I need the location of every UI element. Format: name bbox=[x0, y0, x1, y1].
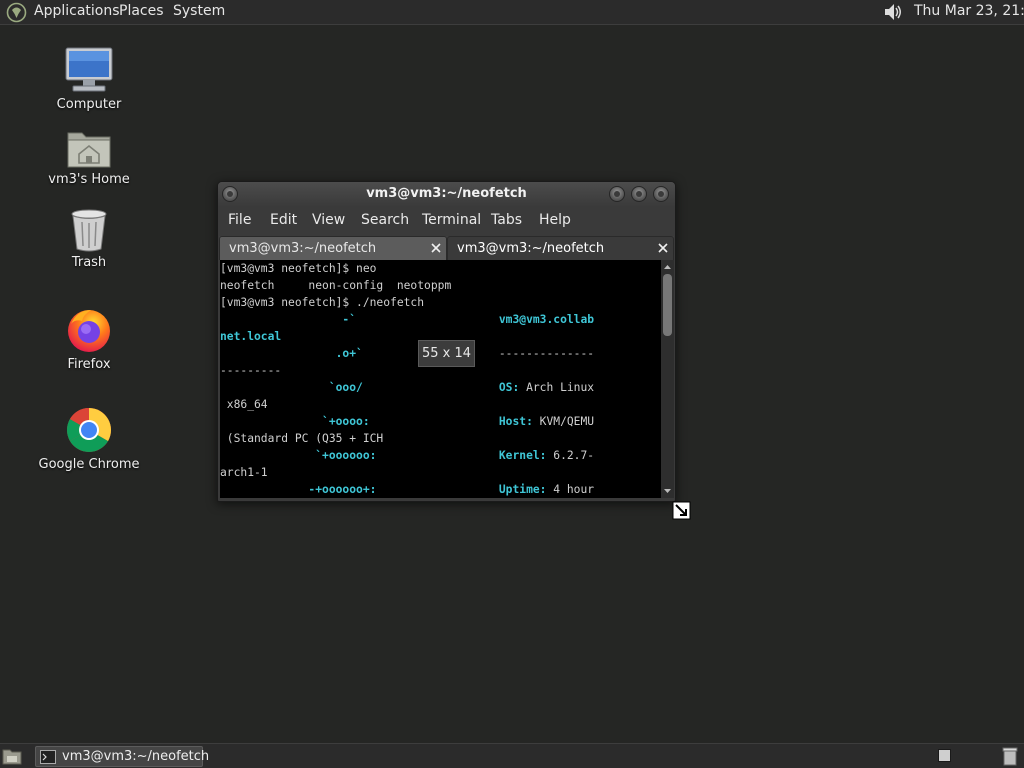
firefox-icon bbox=[68, 310, 110, 352]
gnome-foot-icon[interactable] bbox=[6, 2, 27, 23]
desktop-icon-label: Firefox bbox=[67, 357, 111, 372]
desktop-icon-label: Computer bbox=[56, 97, 122, 112]
desktop-icon-label: Trash bbox=[71, 255, 107, 270]
terminal-line: [vm3@vm3 neofetch]$ ./neofetch bbox=[220, 296, 425, 309]
panel-clock[interactable]: Thu Mar 23, 21:45 bbox=[914, 3, 1024, 19]
desktop-icon-label: vm3's Home bbox=[48, 172, 130, 187]
close-icon[interactable] bbox=[429, 241, 443, 255]
tab-label: vm3@vm3:~/neofetch bbox=[229, 241, 377, 256]
tab-bar: vm3@vm3:~/neofetch vm3@vm3:~/neofetch bbox=[219, 236, 674, 260]
terminal-line: neofetch neon-config neotoppm bbox=[220, 279, 452, 292]
tab-label: vm3@vm3:~/neofetch bbox=[457, 241, 605, 256]
scrollbar-thumb[interactable] bbox=[663, 274, 672, 336]
bottom-panel: vm3@vm3:~/neofetch bbox=[0, 743, 1024, 768]
scroll-up-icon[interactable] bbox=[661, 261, 674, 273]
tab-2[interactable]: vm3@vm3:~/neofetch bbox=[447, 236, 674, 260]
desktop-icon-computer[interactable]: Computer bbox=[29, 46, 149, 112]
resize-cursor-icon bbox=[672, 501, 691, 520]
workspace-switcher[interactable] bbox=[938, 749, 951, 762]
computer-icon bbox=[65, 47, 113, 92]
close-button[interactable] bbox=[653, 186, 669, 202]
volume-icon[interactable] bbox=[882, 1, 904, 23]
maximize-button[interactable] bbox=[631, 186, 647, 202]
terminal-scrollbar[interactable] bbox=[661, 260, 674, 498]
window-titlebar[interactable]: vm3@vm3:~/neofetch bbox=[218, 182, 675, 207]
menu-system[interactable]: System bbox=[173, 3, 225, 19]
menu-terminal[interactable]: Terminal bbox=[422, 212, 481, 228]
trash-icon bbox=[71, 209, 107, 252]
desktop-icon-trash[interactable]: Trash bbox=[29, 208, 149, 270]
show-desktop-icon[interactable] bbox=[2, 747, 22, 766]
taskbar-item-label: vm3@vm3:~/neofetch bbox=[62, 749, 210, 764]
taskbar-item-terminal[interactable]: vm3@vm3:~/neofetch bbox=[35, 746, 209, 767]
terminal-output[interactable]: [vm3@vm3 neofetch]$ neo neofetch neon-co… bbox=[220, 260, 661, 498]
terminal-line: `ooo/ OS: Arch Linux bbox=[220, 381, 595, 394]
tab-1[interactable]: vm3@vm3:~/neofetch bbox=[219, 236, 447, 260]
menu-search[interactable]: Search bbox=[361, 212, 409, 228]
menu-view[interactable]: View bbox=[312, 212, 345, 228]
terminal-line: --------- bbox=[220, 364, 282, 377]
menu-applications[interactable]: Applications bbox=[34, 3, 120, 19]
menu-tabs[interactable]: Tabs bbox=[491, 212, 522, 228]
desktop-icon-chrome[interactable]: Google Chrome bbox=[29, 406, 149, 472]
top-panel: Applications Places System Thu Mar 23, 2… bbox=[0, 0, 1024, 25]
terminal-line: -` vm3@vm3.collab bbox=[220, 313, 595, 326]
resize-size-tooltip: 55 x 14 bbox=[418, 340, 475, 367]
terminal-line: -+oooooo+: Uptime: 4 hour bbox=[220, 483, 595, 496]
desktop-icon-home[interactable]: vm3's Home bbox=[29, 127, 149, 187]
terminal-line: arch1-1 bbox=[220, 466, 268, 479]
terminal-line: [vm3@vm3 neofetch]$ neo bbox=[220, 262, 377, 275]
trash-applet-icon[interactable] bbox=[1002, 747, 1018, 766]
terminal-line: net.local bbox=[220, 330, 282, 343]
home-folder-icon bbox=[67, 132, 111, 168]
menu-help[interactable]: Help bbox=[539, 212, 571, 228]
menu-edit[interactable]: Edit bbox=[270, 212, 297, 228]
desktop-icon-firefox[interactable]: Firefox bbox=[29, 306, 149, 372]
terminal-menubar: File Edit View Search Terminal Tabs Help bbox=[218, 207, 675, 235]
terminal-line: (Standard PC (Q35 + ICH bbox=[220, 432, 384, 445]
close-icon[interactable] bbox=[656, 241, 670, 255]
menu-file[interactable]: File bbox=[228, 212, 251, 228]
terminal-line: `+oooooo: Kernel: 6.2.7- bbox=[220, 449, 595, 462]
minimize-button[interactable] bbox=[609, 186, 625, 202]
terminal-line: x86_64 bbox=[220, 398, 268, 411]
terminal-line: .o+` -------------- bbox=[220, 347, 595, 360]
menu-places[interactable]: Places bbox=[119, 3, 164, 19]
terminal-icon bbox=[40, 750, 56, 764]
scroll-down-icon[interactable] bbox=[661, 485, 674, 497]
chrome-icon bbox=[67, 408, 111, 452]
desktop-icon-label: Google Chrome bbox=[38, 457, 140, 472]
terminal-line: `+oooo: Host: KVM/QEMU bbox=[220, 415, 595, 428]
window-title: vm3@vm3:~/neofetch bbox=[366, 186, 527, 201]
